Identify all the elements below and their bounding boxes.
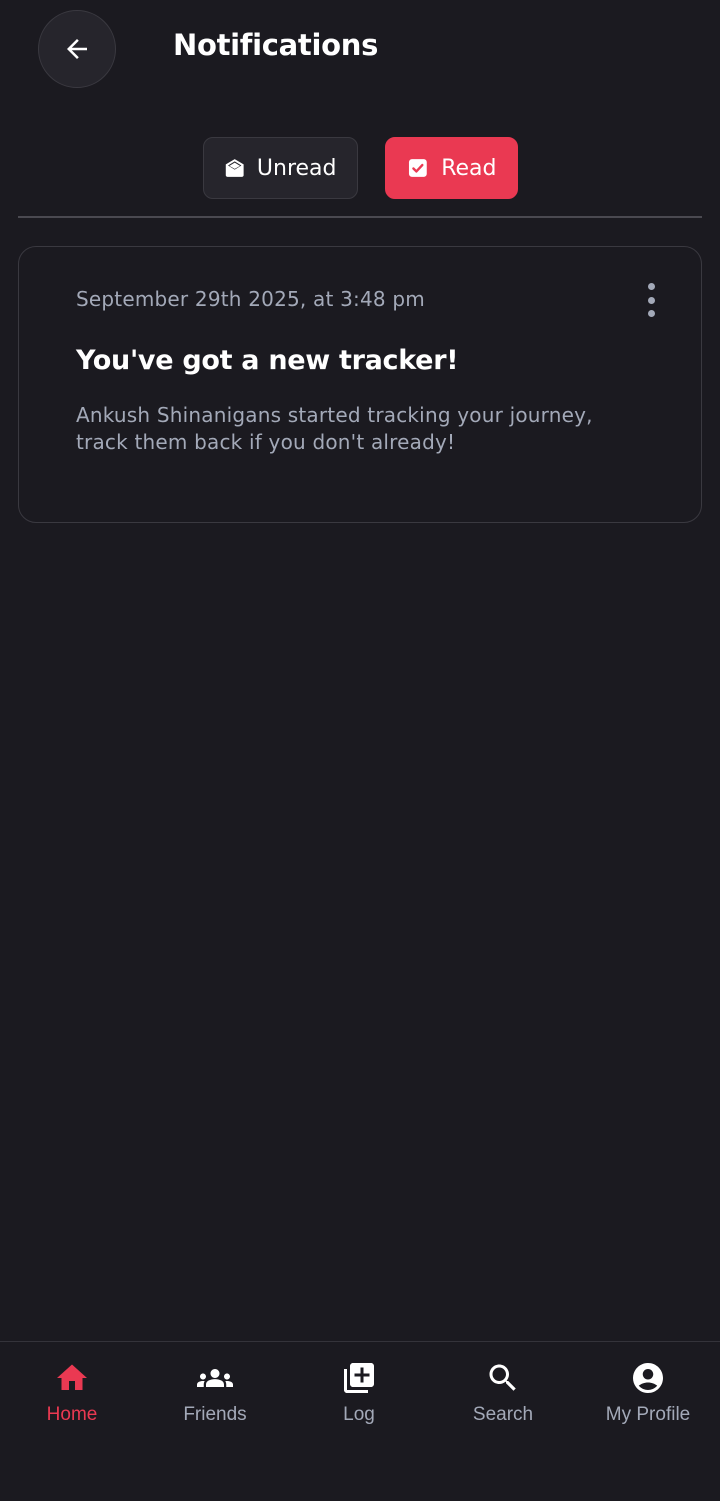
notification-body: Ankush Shinanigans started tracking your… [76,403,593,454]
notifications-screen: Notifications Unread Read September 29th… [0,0,720,1501]
group-icon [197,1369,233,1387]
notification-title: You've got a new tracker! [76,345,459,376]
add-library-icon [344,1363,374,1393]
checkbox-checked-icon [408,159,427,177]
nav-item-home[interactable]: Home [12,1360,132,1426]
account-circle-icon [633,1363,663,1393]
envelope-open-icon [225,159,244,177]
arrow-left-icon [67,39,87,59]
nav-label-home: Home [46,1404,98,1425]
nav-label-log: Log [343,1404,375,1425]
nav-label-friends: Friends [183,1404,247,1425]
filter-read-button[interactable]: Read [384,137,518,199]
page-title: Notifications [173,28,379,62]
nav-item-log[interactable]: Log [299,1360,419,1426]
bottom-navigation: Home Friends Log Search My Profile [0,1341,720,1501]
filter-unread-label: Unread [256,155,337,181]
more-options-icon[interactable] [639,283,663,317]
nav-label-my-profile: My Profile [605,1404,691,1425]
notification-filters: Unread Read [0,137,720,199]
home-icon [57,1364,87,1390]
nav-item-friends[interactable]: Friends [155,1360,275,1426]
search-icon [489,1364,516,1391]
nav-item-search[interactable]: Search [443,1360,563,1426]
nav-item-my-profile[interactable]: My Profile [588,1360,708,1426]
notification-card[interactable]: September 29th 2025, at 3:48 pm You've g… [18,246,702,523]
back-button[interactable] [38,10,116,88]
filter-unread-button[interactable]: Unread [202,137,358,199]
nav-label-search: Search [472,1404,534,1425]
notification-date: September 29th 2025, at 3:48 pm [76,287,425,311]
filter-read-label: Read [441,155,497,181]
header-divider [18,216,702,218]
